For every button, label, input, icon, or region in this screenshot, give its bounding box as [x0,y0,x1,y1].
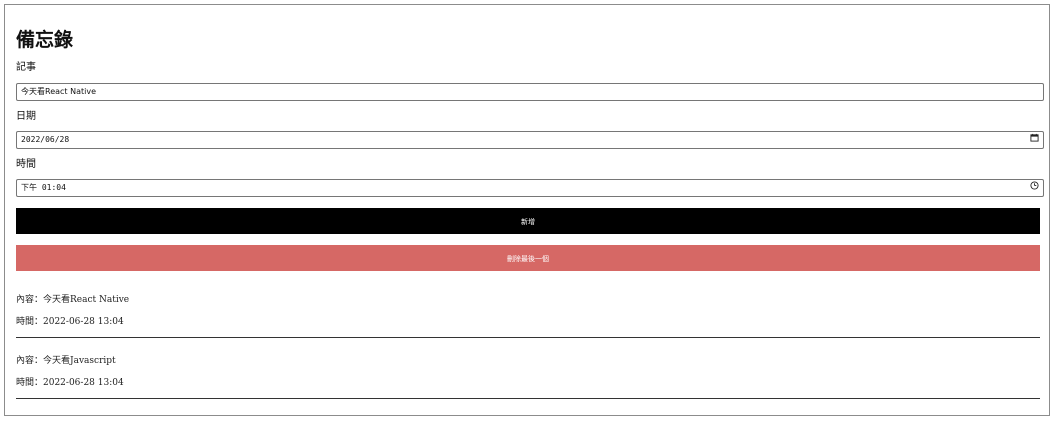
note-input-value: 今天看React Native [21,87,97,96]
memo-content: 內容：今天看Javascript [16,356,116,366]
memo-time: 時間：2022-06-28 13:04 [16,378,124,388]
date-label: 日期 [16,111,36,122]
date-input[interactable]: 2022/06/28 [16,131,1044,149]
note-label: 記事 [16,62,36,73]
memo-time: 時間：2022-06-28 13:04 [16,317,124,327]
page-title: 備忘錄 [16,29,74,51]
delete-last-button[interactable]: 刪除最後一個 [16,245,1040,271]
note-input[interactable]: 今天看React Native [16,83,1044,101]
date-input-value: 2022/06/28 [21,135,70,144]
memo-divider [16,337,1040,338]
add-button[interactable]: 新增 [16,208,1040,234]
time-input-value: 下午 01:04 [21,183,66,192]
time-label: 時間 [16,159,36,170]
memo-divider [16,398,1040,399]
memo-content: 內容：今天看React Native [16,295,130,305]
clock-icon[interactable] [1030,180,1039,196]
time-input[interactable]: 下午 01:04 [16,179,1044,197]
calendar-icon[interactable] [1030,132,1039,148]
